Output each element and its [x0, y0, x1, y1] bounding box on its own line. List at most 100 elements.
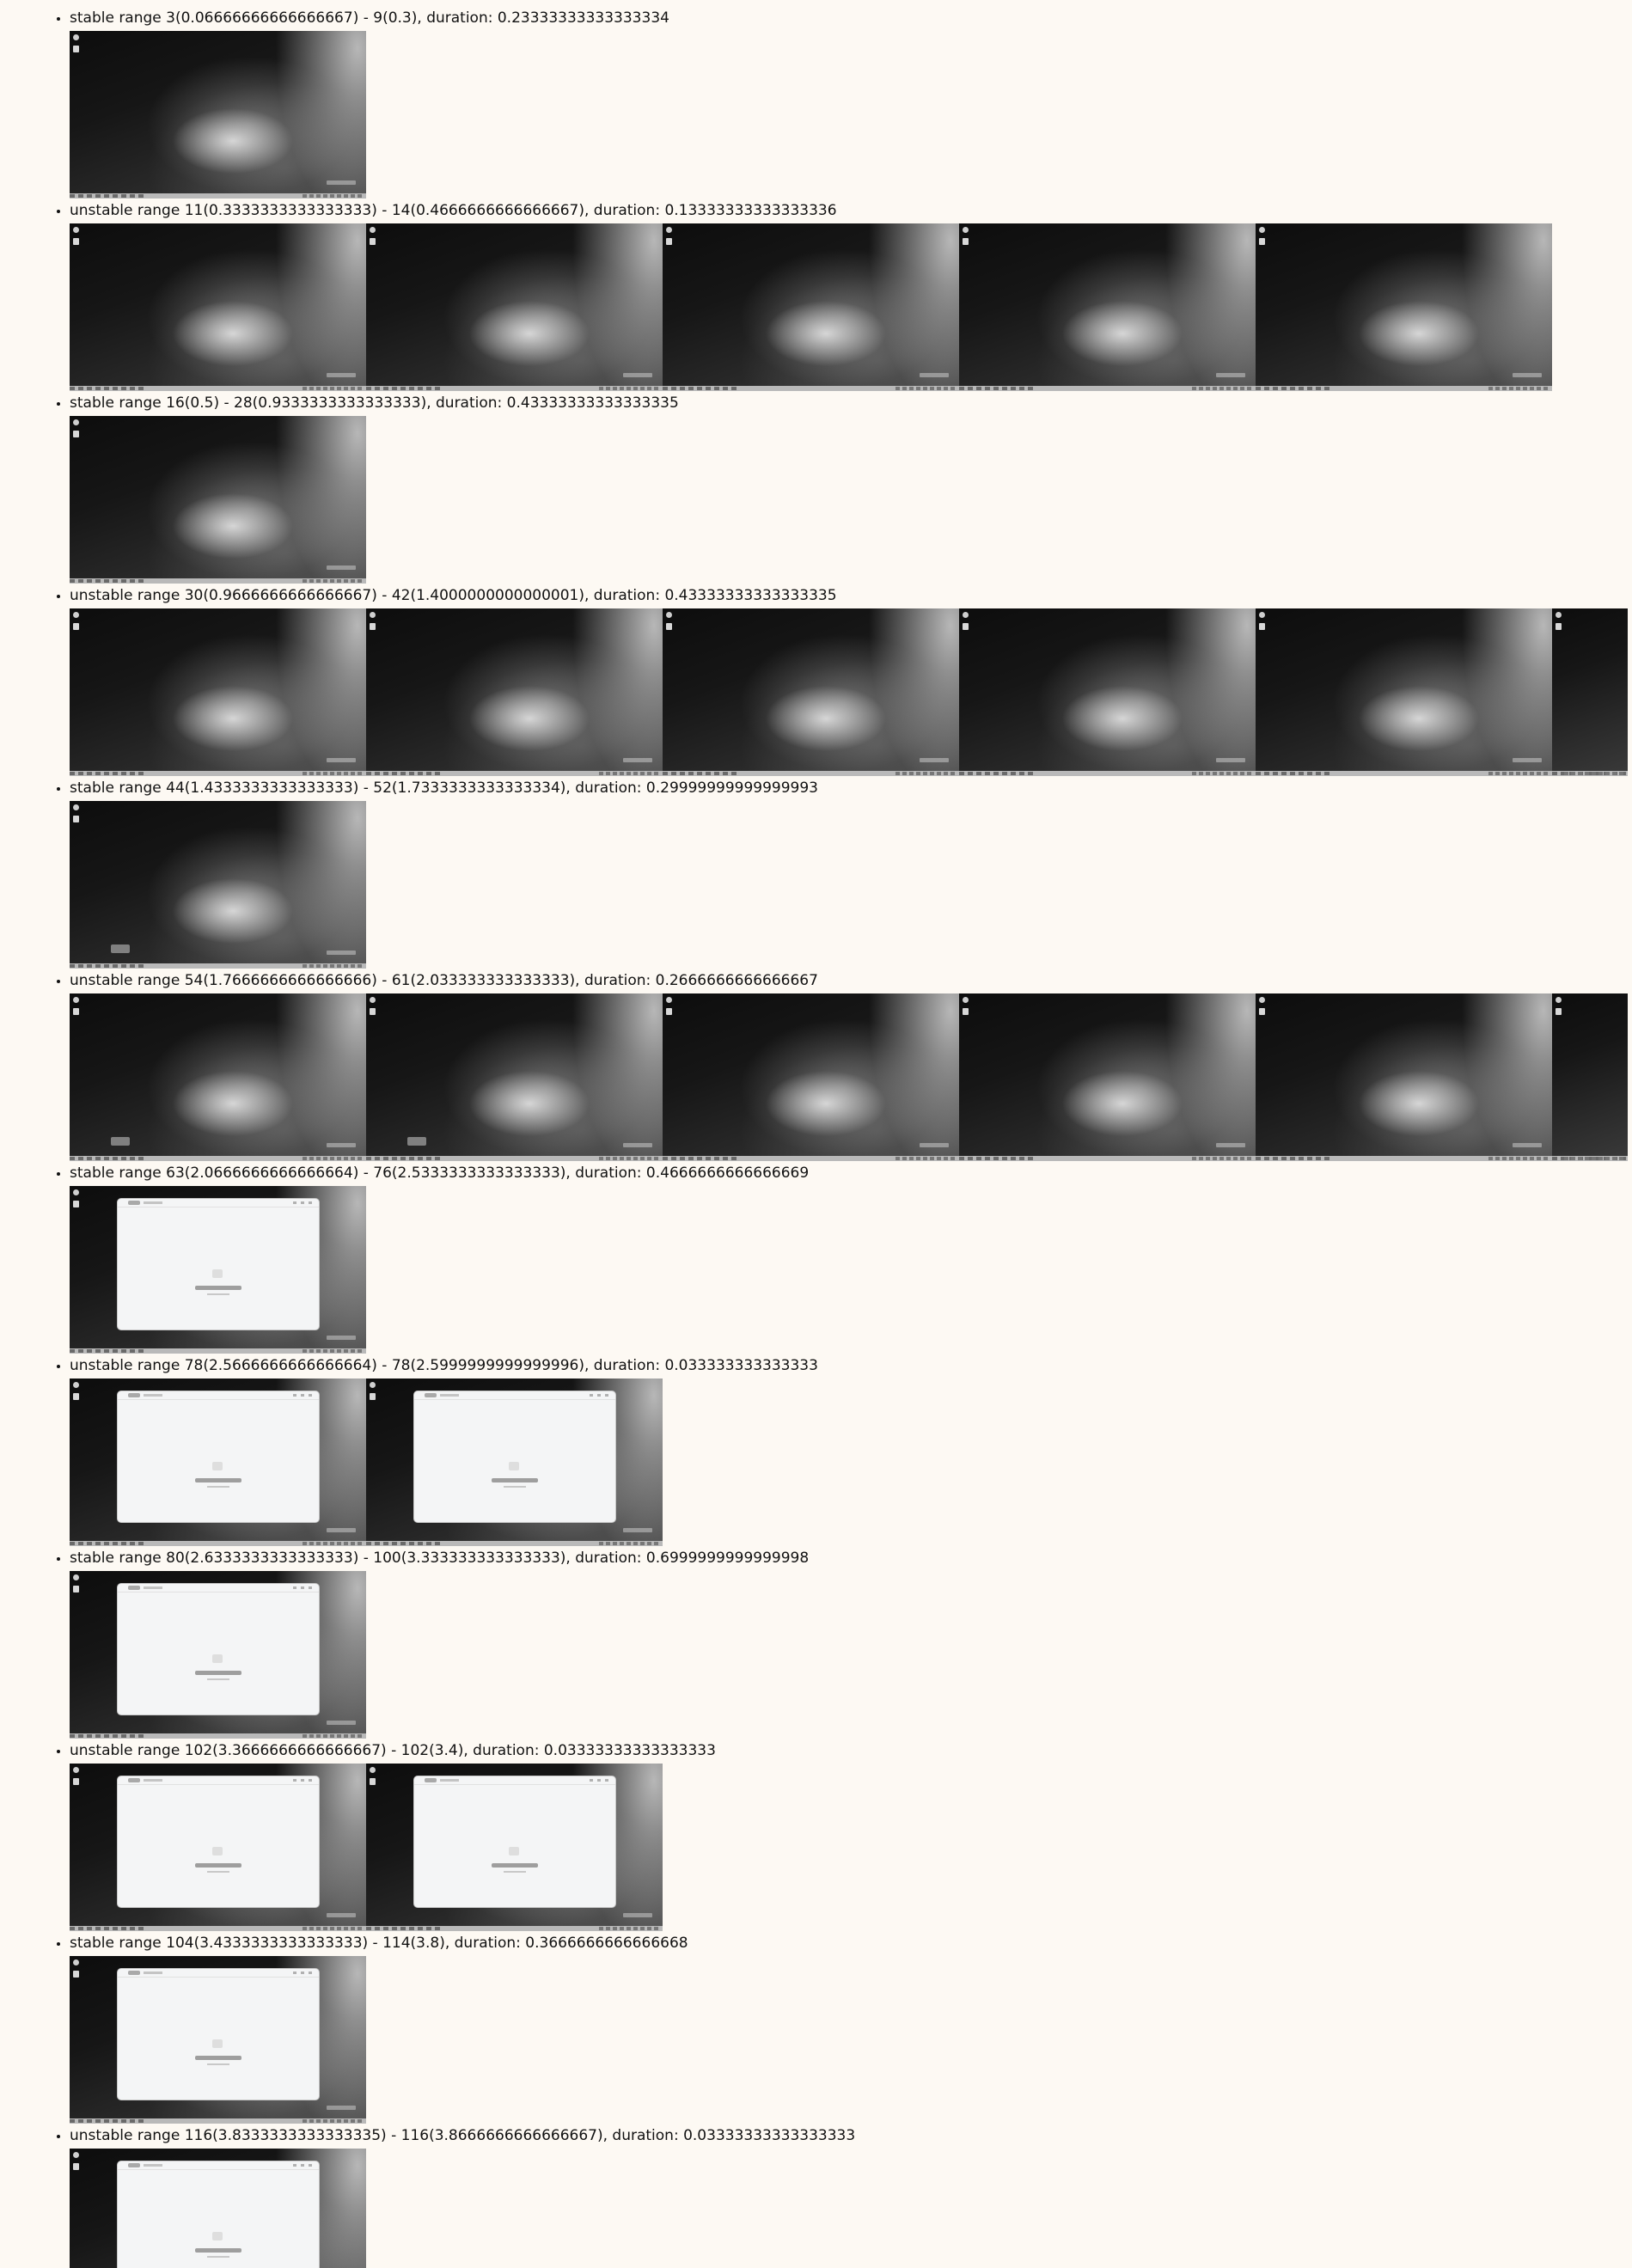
desktop-icons: [72, 1382, 80, 1401]
desktop-icons: [72, 1189, 80, 1208]
taskbar: [70, 963, 366, 969]
desktop-icons: [962, 997, 969, 1016]
taskbar-apps: [70, 1349, 147, 1353]
desktop-wallpaper: [366, 223, 663, 391]
app-window: [414, 1776, 615, 1907]
wallpaper-watermark: [327, 565, 356, 570]
frame-thumbnail: [366, 223, 663, 391]
system-tray: [599, 1542, 659, 1545]
frame-thumbnail: [70, 1956, 366, 2124]
desktop-wallpaper: [1256, 223, 1552, 391]
window-tab: [128, 1971, 140, 1975]
taskbar-apps: [1256, 387, 1333, 390]
desktop-wallpaper: [1552, 608, 1628, 776]
taskbar: [663, 771, 959, 776]
taskbar-apps: [70, 1157, 147, 1160]
frame-thumbnail: [959, 608, 1256, 776]
window-title-bar: [118, 2161, 319, 2170]
window-action-button: [492, 1863, 538, 1868]
system-tray: [1192, 772, 1252, 775]
window-title-bar: [414, 1776, 615, 1785]
range-item: unstable range 102(3.3666666666666667) -…: [70, 1739, 1632, 1931]
taskbar-apps: [1256, 1157, 1333, 1160]
desktop-icons: [369, 1382, 376, 1401]
window-tab-text: [144, 1972, 162, 1974]
frame-thumbnail: [70, 993, 366, 1161]
system-tray: [303, 194, 363, 198]
taskbar: [366, 771, 663, 776]
window-tab: [128, 1201, 140, 1205]
placeholder-icon: [212, 1847, 223, 1855]
frame-thumbnail: [70, 2149, 366, 2268]
placeholder-icon: [212, 2039, 223, 2048]
window-controls: [293, 2164, 314, 2167]
window-tab: [128, 1393, 140, 1397]
window-caption: [504, 1486, 526, 1488]
wallpaper-watermark: [1513, 373, 1542, 377]
desktop-wallpaper: [663, 993, 959, 1161]
system-tray: [303, 964, 363, 968]
taskbar: [663, 386, 959, 391]
window-controls: [293, 1201, 314, 1204]
system-tray: [599, 1157, 659, 1160]
desktop-wallpaper: [366, 993, 663, 1161]
range-label: stable range 104(3.4333333333333333) - 1…: [70, 1935, 688, 1952]
desktop-icons: [72, 2152, 80, 2171]
window-tab-text: [440, 1779, 459, 1782]
desktop-wallpaper: [70, 31, 366, 199]
window-controls: [293, 1972, 314, 1974]
range-item: stable range 63(2.0666666666666664) - 76…: [70, 1161, 1632, 1354]
range-item: unstable range 30(0.9666666666666667) - …: [70, 584, 1632, 776]
wallpaper-watermark: [327, 1721, 356, 1725]
range-item: unstable range 116(3.8333333333333335) -…: [70, 2124, 1632, 2268]
window-tab-text: [440, 1394, 459, 1397]
desktop-icons: [72, 1574, 80, 1593]
wallpaper-watermark: [327, 180, 356, 185]
window-caption: [504, 1871, 526, 1873]
window-caption: [207, 1293, 229, 1295]
window-action-button: [195, 1863, 241, 1868]
taskbar: [70, 386, 366, 391]
app-window: [118, 1776, 319, 1907]
desktop-wallpaper: [959, 608, 1256, 776]
window-tab-text: [144, 1586, 162, 1589]
frame-thumbnail: [663, 993, 959, 1161]
frame-thumbnail: [1552, 993, 1628, 1161]
range-item: stable range 104(3.4333333333333333) - 1…: [70, 1931, 1632, 2124]
desktop-icons: [72, 1959, 80, 1978]
system-tray: [1192, 387, 1252, 390]
window-title-bar: [414, 1391, 615, 1400]
window-title-bar: [118, 1391, 319, 1400]
taskbar-apps: [70, 1542, 147, 1545]
desktop-wallpaper: [663, 223, 959, 391]
taskbar-apps: [366, 772, 443, 775]
taskbar: [959, 386, 1256, 391]
system-tray: [303, 387, 363, 390]
system-tray: [303, 2119, 363, 2123]
desktop-wallpaper: [1256, 993, 1552, 1161]
system-tray: [303, 1734, 363, 1738]
taskbar-apps: [663, 387, 740, 390]
window-tab-text: [144, 1779, 162, 1782]
window-controls: [293, 1586, 314, 1589]
window-caption: [207, 2256, 229, 2258]
desktop-wallpaper: [959, 993, 1256, 1161]
taskbar: [1552, 1156, 1628, 1161]
frame-strip: [70, 223, 1632, 391]
window-caption: [207, 2063, 229, 2065]
system-tray: [599, 772, 659, 775]
range-label: stable range 80(2.6333333333333333) - 10…: [70, 1550, 810, 1567]
placeholder-icon: [212, 1269, 223, 1278]
system-tray: [303, 1927, 363, 1930]
frame-thumbnail: [70, 1764, 366, 1931]
window-controls: [293, 1779, 314, 1782]
frame-strip: [70, 1571, 1632, 1739]
placeholder-icon: [212, 1462, 223, 1470]
system-tray: [1488, 772, 1549, 775]
system-tray: [1488, 1157, 1549, 1160]
system-tray: [895, 1157, 956, 1160]
desktop-wallpaper: [70, 608, 366, 776]
app-window: [118, 1584, 319, 1715]
frame-thumbnail: [70, 1571, 366, 1739]
wallpaper-watermark: [623, 373, 652, 377]
